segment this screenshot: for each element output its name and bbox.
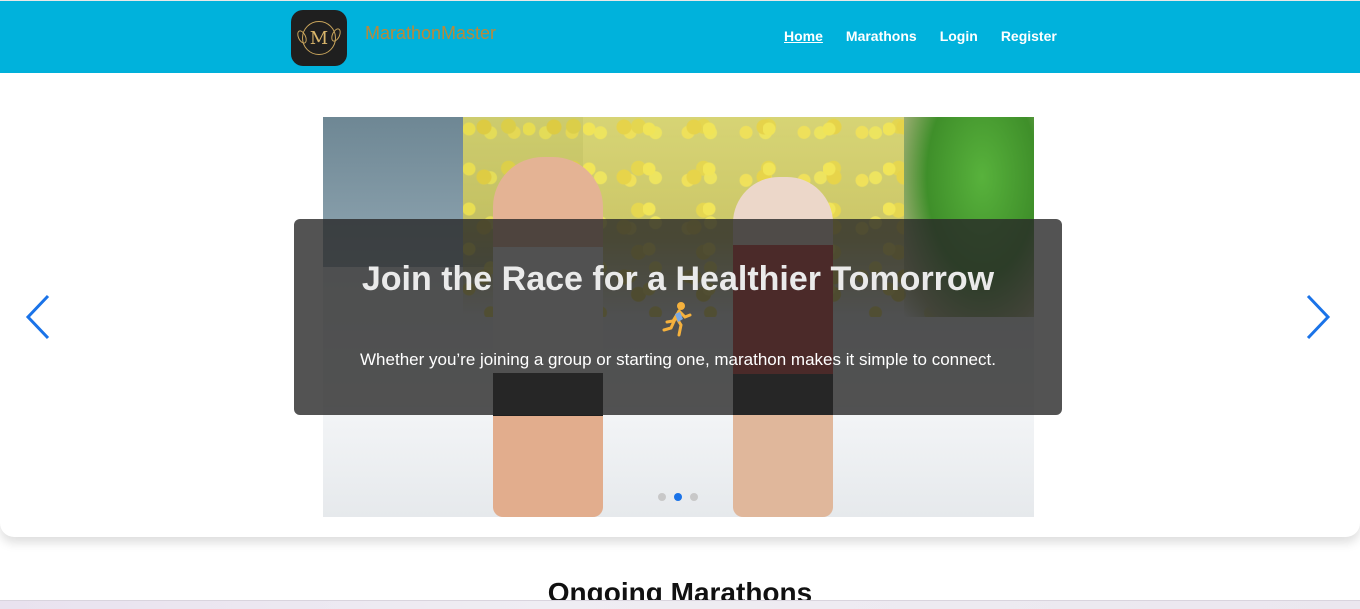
nav-login-link[interactable]: Login <box>940 28 978 44</box>
nav-links: Home Marathons Login Register <box>784 28 1080 44</box>
slide-caption: Join the Race for a Healthier Tomorrow W… <box>294 219 1062 415</box>
nav-register-link[interactable]: Register <box>1001 28 1057 44</box>
carousel-dot-2[interactable] <box>674 493 682 501</box>
carousel-dot-3[interactable] <box>690 493 698 501</box>
carousel-pagination <box>658 493 698 501</box>
logo-monogram-icon: M <box>302 21 336 55</box>
slide-title: Join the Race for a Healthier Tomorrow <box>361 260 995 298</box>
carousel-dot-1[interactable] <box>658 493 666 501</box>
carousel-prev-button[interactable] <box>24 294 54 340</box>
hero-carousel: Join the Race for a Healthier Tomorrow W… <box>0 73 1360 537</box>
logo-letter: M <box>309 27 329 49</box>
person-running-icon <box>659 301 695 339</box>
bottom-edge <box>0 600 1360 609</box>
chevron-left-icon <box>25 294 50 340</box>
nav-marathons-link[interactable]: Marathons <box>846 28 917 44</box>
navbar: M MarathonMaster Home Marathons Login Re… <box>0 0 1360 73</box>
carousel-next-button[interactable] <box>1302 294 1332 340</box>
brand-name[interactable]: MarathonMaster <box>365 23 496 44</box>
slide-subtitle: Whether you’re joining a group or starti… <box>360 350 996 369</box>
nav-home-link[interactable]: Home <box>784 28 823 44</box>
logo[interactable]: M <box>291 10 347 66</box>
chevron-right-icon <box>1306 294 1331 340</box>
